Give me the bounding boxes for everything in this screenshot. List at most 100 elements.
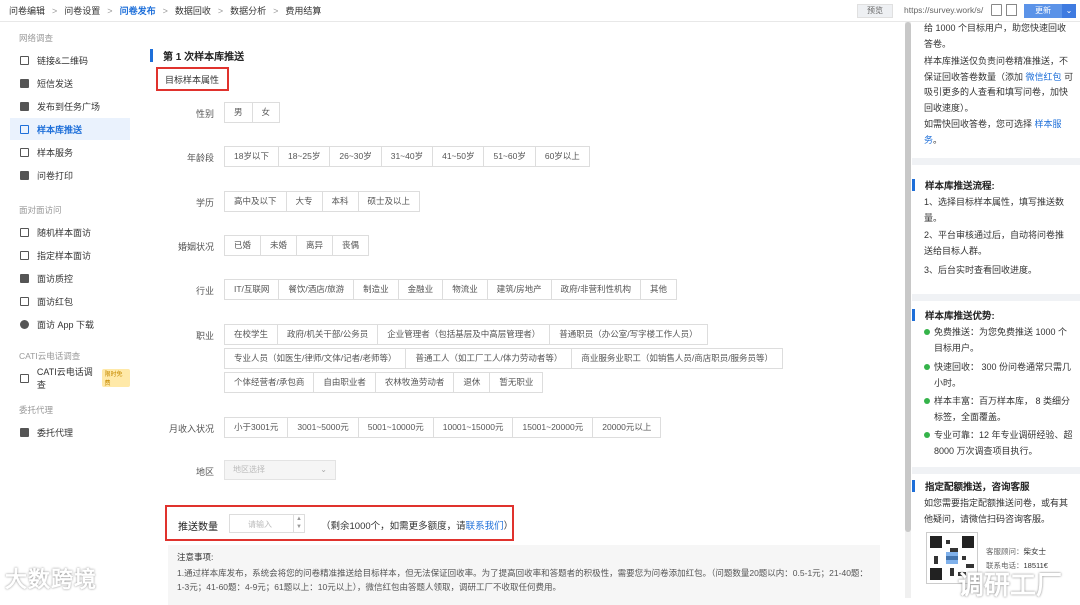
attribute-option[interactable]: 商业服务业职工（如销售人员/商店职员/服务员等） — [571, 348, 784, 369]
breadcrumb: 问卷编辑 > 问卷设置 > 问卷发布 > 数据回收 > 数据分析 > 费用结算 — [0, 4, 321, 17]
attribute-option[interactable]: 金融业 — [397, 279, 444, 300]
push-count-label: 推送数量 — [178, 522, 218, 533]
breadcrumb-item[interactable]: 问卷发布 — [120, 4, 156, 17]
service-icon — [20, 147, 29, 157]
attribute-option[interactable]: 10001~15000元 — [432, 417, 514, 438]
attribute-option[interactable]: 农林牧渔劳动者 — [374, 372, 455, 393]
attribute-option[interactable]: 企业管理者（包括基层及中高层管理者） — [377, 324, 551, 345]
sidebar-item-label: 面访质控 — [37, 273, 74, 284]
attribute-option[interactable]: 20000元以上 — [592, 417, 662, 438]
sidebar-item[interactable]: 样本服务 — [10, 141, 130, 163]
attribute-option[interactable]: 本科 — [321, 191, 359, 212]
attribute-option[interactable]: 小于3001元 — [224, 417, 289, 438]
attribute-option[interactable]: 女 — [251, 102, 281, 123]
sidebar-item-label: 样本服务 — [37, 147, 74, 158]
sidebar-item-label: 样本库推送 — [37, 124, 83, 135]
wechat-redpacket-link[interactable]: 微信红包 — [1026, 72, 1062, 82]
intro-fast: 如需快回收答卷，您可选择 样本服务。 — [924, 117, 1074, 148]
contact-us-link[interactable]: 联系我们 — [466, 521, 504, 532]
breadcrumb-item[interactable]: 问卷设置 — [64, 4, 100, 17]
sidebar-item[interactable]: 指定样本面访 — [10, 244, 130, 266]
attribute-option[interactable]: 退休 — [453, 372, 491, 393]
push-count-stepper[interactable]: 请输入 ▲ ▼ — [229, 514, 305, 533]
scrollbar-thumb[interactable] — [905, 22, 911, 532]
remain-suffix: ） — [503, 521, 514, 532]
attribute-option[interactable]: 31~40岁 — [380, 146, 434, 167]
preview-button[interactable]: 预览 — [857, 4, 893, 18]
advantage-item: 免费推送：为您免费推送 1000 个目标用户。 — [924, 325, 1074, 356]
attribute-option[interactable]: 大专 — [285, 191, 323, 212]
sidebar-item[interactable]: 委托代理 — [10, 421, 130, 443]
attribute-option[interactable]: 丧偶 — [332, 235, 370, 256]
attribute-option[interactable]: 26~30岁 — [329, 146, 382, 167]
attribute-option[interactable]: 政府/非营利性机构 — [550, 279, 641, 300]
attribute-option[interactable]: 其他 — [639, 279, 677, 300]
stepper-arrows-icon[interactable]: ▲ ▼ — [293, 515, 304, 532]
attribute-option[interactable]: 物流业 — [442, 279, 488, 300]
sidebar-item[interactable]: 随机样本面访 — [10, 221, 130, 243]
watermark-left: 大数跨境 — [5, 567, 98, 592]
sidebar-item-label: 面访 App 下载 — [37, 319, 95, 330]
advantage-text: 快速回收： 300 份问卷通常只需几小时。 — [934, 362, 1072, 388]
attribute-option[interactable]: 自由职业者 — [313, 372, 376, 393]
breadcrumb-item[interactable]: 费用结算 — [285, 4, 321, 17]
attribute-option[interactable]: 男 — [224, 102, 253, 123]
sidebar-item[interactable]: 短信发送 — [10, 72, 130, 94]
sidebar-item[interactable]: 面访质控 — [10, 267, 130, 289]
update-dropdown-button[interactable]: ⌄ — [1062, 4, 1076, 18]
copy-icon[interactable] — [991, 4, 1002, 16]
attribute-option[interactable]: 5001~10000元 — [357, 417, 434, 438]
attribute-option[interactable]: 41~50岁 — [432, 146, 485, 167]
breadcrumb-item[interactable]: 数据回收 — [175, 4, 211, 17]
attribute-option[interactable]: 在校学生 — [224, 324, 279, 345]
attribute-option[interactable]: 制造业 — [353, 279, 399, 300]
attribute-option[interactable]: 建筑/房地产 — [486, 279, 552, 300]
sample-push-icon — [20, 124, 29, 134]
attribute-label: 职业 — [195, 331, 214, 341]
survey-url[interactable]: https://survey.work/s/ — [904, 5, 983, 15]
random-icon — [20, 227, 29, 237]
attribute-option[interactable]: 个体经营者/承包商 — [224, 372, 315, 393]
breadcrumb-item[interactable]: 数据分析 — [230, 4, 266, 17]
update-button[interactable]: 更新 — [1024, 4, 1062, 18]
sidebar-item[interactable]: 面访红包 — [10, 290, 130, 312]
attribute-option[interactable]: 18~25岁 — [277, 146, 331, 167]
sidebar-item[interactable]: 问卷打印 — [10, 164, 130, 186]
attribute-option[interactable]: 15001~20000元 — [512, 417, 594, 438]
attribute-option[interactable]: 51~60岁 — [483, 146, 536, 167]
attribute-option[interactable]: 暂无职业 — [489, 372, 544, 393]
remain-prefix: （剩余1000个，如需更多额度，请 — [321, 521, 466, 532]
attribute-option[interactable]: 餐饮/酒店/旅游 — [278, 279, 355, 300]
attribute-option[interactable]: 未婚 — [260, 235, 298, 256]
breadcrumb-item[interactable]: 问卷编辑 — [9, 4, 45, 17]
accent-bar — [912, 179, 915, 191]
attribute-option[interactable]: 离异 — [296, 235, 334, 256]
attribute-option[interactable]: 政府/机关干部/公务员 — [277, 324, 379, 345]
attribute-option[interactable]: 18岁以下 — [224, 146, 279, 167]
attribute-option[interactable]: 已婚 — [224, 235, 262, 256]
sidebar-section-title: 网络调查 — [19, 33, 54, 43]
sidebar-item[interactable]: 链接&二维码 — [10, 49, 130, 71]
qrcode-icon[interactable] — [1006, 4, 1017, 16]
option-group: IT/互联网 餐饮/酒店/旅游 制造业 金融业 物流业 建筑/房地产 政府/非营利性机构 其他 — [224, 279, 677, 300]
attribute-option[interactable]: 普通职员（办公室/写字楼工作人员） — [549, 324, 708, 345]
attribute-option[interactable]: 普通工人（如工厂工人/体力劳动者等） — [405, 348, 573, 369]
sidebar-item[interactable]: 面访 App 下载 — [10, 313, 130, 335]
adv-title: 样本库推送优势: — [925, 311, 995, 322]
region-select[interactable]: 地区选择 ⌄ — [224, 460, 336, 480]
sidebar-item[interactable]: 样本库推送 — [10, 118, 130, 140]
option-group: 个体经营者/承包商 自由职业者 农林牧渔劳动者 退休 暂无职业 — [224, 372, 544, 393]
heading-accent-bar — [150, 48, 153, 62]
attribute-option[interactable]: 3001~5000元 — [287, 417, 359, 438]
attribute-label: 行业 — [195, 286, 214, 296]
attribute-option[interactable]: 专业人员（如医生/律师/文体/记者/老师等） — [224, 348, 407, 369]
attribute-option[interactable]: 60岁以上 — [534, 146, 590, 167]
sidebar-item[interactable]: CATI云电话调查 限时免费 — [10, 367, 130, 390]
attribute-option[interactable]: 硕士及以上 — [357, 191, 421, 212]
attribute-label: 学历 — [195, 198, 214, 208]
sidebar-item-label: 短信发送 — [37, 78, 74, 89]
sidebar-item[interactable]: 发布到任务广场 — [10, 95, 130, 117]
attribute-option[interactable]: IT/互联网 — [224, 279, 280, 300]
panel-divider — [912, 158, 1080, 165]
attribute-option[interactable]: 高中及以下 — [224, 191, 287, 212]
